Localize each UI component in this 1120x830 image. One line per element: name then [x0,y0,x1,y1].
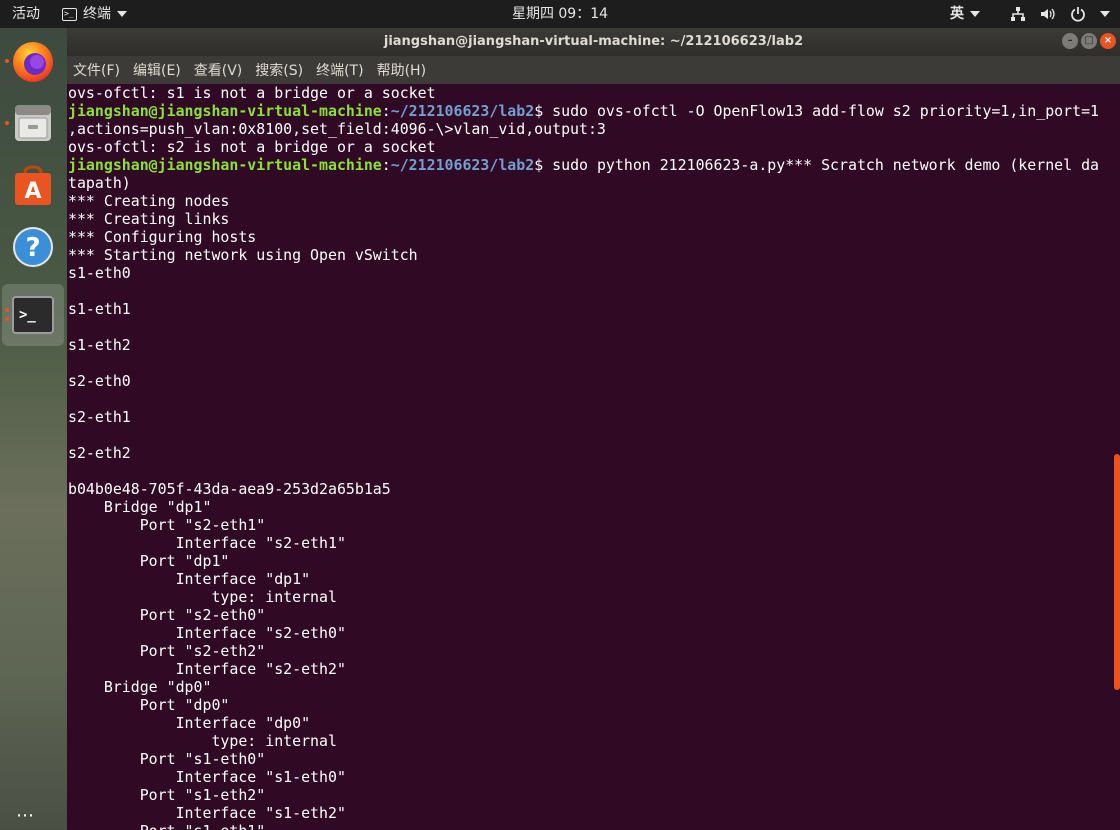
menu-view[interactable]: 查看(V) [194,60,243,80]
window-title: jiangshan@jiangshan-virtual-machine: ~/2… [383,34,804,49]
terminal-line: s1-eth1 [68,300,131,318]
terminal-line: ,actions=push_vlan:0x8100,set_field:4096… [68,120,606,138]
terminal-line: s2-eth0 [68,372,131,390]
terminal-line: tapath) [68,174,131,192]
scrollbar[interactable] [1114,84,1120,830]
terminal-line: Bridge "dp1" [68,498,212,516]
terminal-line: Interface "dp1" [68,570,311,588]
terminal-line: Port "dp1" [68,552,230,570]
menu-edit[interactable]: 编辑(E) [133,60,181,80]
terminal-line: s2-eth2 [68,444,131,462]
terminal-line: Port "s1-eth1" [68,822,1108,830]
prompt-path: ~/212106623/lab2 [390,102,535,120]
terminal-line: Interface "s2-eth2" [68,660,346,678]
menu-terminal[interactable]: 终端(T) [316,60,363,80]
power-icon [1071,7,1085,22]
activities-button[interactable]: 活动 [12,0,40,28]
terminal-line: s2-eth1 [68,408,131,426]
terminal-line: Port "s2-eth2" [68,642,266,660]
svg-text:A: A [24,179,41,204]
terminal-line: Port "s2-eth0" [68,606,266,624]
menu-file[interactable]: 文件(F) [73,60,120,80]
menu-bar: 文件(F) 编辑(E) 查看(V) 搜索(S) 终端(T) 帮助(H) [67,56,1120,84]
terminal-line: s1-eth2 [68,336,131,354]
close-button[interactable]: × [1100,33,1116,49]
dock-firefox[interactable] [2,30,64,92]
top-bar: 活动 >_ 终端 星期四 09：14 英 [0,0,1120,28]
prompt-user: jiangshan@jiangshan-virtual-machine [68,102,382,120]
terminal-line: Interface "s1-eth0" [68,768,346,786]
dock-terminal[interactable]: >_ [2,284,64,346]
chevron-down-icon [1100,11,1110,17]
dock: A ? >_ ⋯ [0,28,67,830]
files-icon [15,105,51,141]
firefox-icon [13,42,53,82]
prompt-path: ~/212106623/lab2 [390,156,535,174]
terminal-line: s1-eth0 [68,264,131,282]
terminal-line: type: internal [68,588,337,606]
terminal-line: *** Creating links [68,210,230,228]
show-applications-button[interactable]: ⋯ [16,805,36,826]
terminal-line: Interface "s2-eth1" [68,534,346,552]
terminal-line: Interface "s1-eth2" [68,804,346,822]
terminal-line: Interface "dp0" [68,714,311,732]
app-menu-label: 终端 [83,6,111,22]
terminal-line: type: internal [68,732,337,750]
input-method-label: 英 [950,6,964,22]
terminal-line: Port "s2-eth1" [68,516,266,534]
dock-help[interactable]: ? [2,216,64,278]
maximize-button[interactable]: □ [1081,33,1097,49]
network-icon [1011,7,1025,21]
dock-software[interactable]: A [2,154,64,216]
help-icon: ? [13,227,53,267]
software-center-icon: A [15,165,51,205]
chevron-down-icon [970,11,980,17]
menu-search[interactable]: 搜索(S) [255,60,303,80]
terminal-line: ovs-ofctl: s2 is not a bridge or a socke… [68,138,436,156]
svg-text:?: ? [25,233,40,263]
app-menu-button[interactable]: >_ 终端 [62,0,127,28]
chevron-down-icon [117,11,127,17]
window-controls: – □ × [1062,33,1116,49]
terminal-line: *** Creating nodes [68,192,230,210]
terminal-line: Bridge "dp0" [68,678,212,696]
menu-help[interactable]: 帮助(H) [377,60,426,80]
terminal-line: Port "dp0" [68,696,230,714]
prompt-command: $ sudo python 212106623-a.py*** Scratch … [534,156,1099,174]
running-indicator [5,121,9,125]
terminal-line: ovs-ofctl: s1 is not a bridge or a socke… [68,84,436,102]
terminal-line: *** Starting network using Open vSwitch [68,246,418,264]
terminal-app-icon: >_ [62,7,77,21]
system-tray[interactable] [1010,0,1110,28]
clock[interactable]: 星期四 09：14 [512,6,608,22]
running-indicator [5,308,9,312]
running-indicator [5,59,9,63]
terminal-prompt-line: jiangshan@jiangshan-virtual-machine:~/21… [68,156,1099,174]
svg-text:>_: >_ [19,307,36,323]
terminal-line: Interface "s2-eth0" [68,624,346,642]
terminal-output[interactable]: ovs-ofctl: s1 is not a bridge or a socke… [67,84,1108,830]
prompt-user: jiangshan@jiangshan-virtual-machine [68,156,382,174]
input-method-button[interactable]: 英 [950,0,980,28]
prompt-command: $ sudo ovs-ofctl -O OpenFlow13 add-flow … [534,102,1099,120]
minimize-button[interactable]: – [1062,33,1078,49]
terminal-line: Port "s1-eth2" [68,786,266,804]
terminal-window: jiangshan@jiangshan-virtual-machine: ~/2… [67,28,1120,830]
terminal-line: Port "s1-eth0" [68,750,266,768]
volume-icon [1041,8,1055,20]
terminal-prompt-line: jiangshan@jiangshan-virtual-machine:~/21… [68,102,1099,120]
dock-files[interactable] [2,92,64,154]
scrollbar-thumb[interactable] [1114,454,1120,690]
running-indicator [5,317,9,321]
terminal-icon: >_ [12,296,54,334]
terminal-line: *** Configuring hosts [68,228,257,246]
window-titlebar[interactable]: jiangshan@jiangshan-virtual-machine: ~/2… [67,28,1120,56]
terminal-line: b04b0e48-705f-43da-aea9-253d2a65b1a5 [68,480,391,498]
